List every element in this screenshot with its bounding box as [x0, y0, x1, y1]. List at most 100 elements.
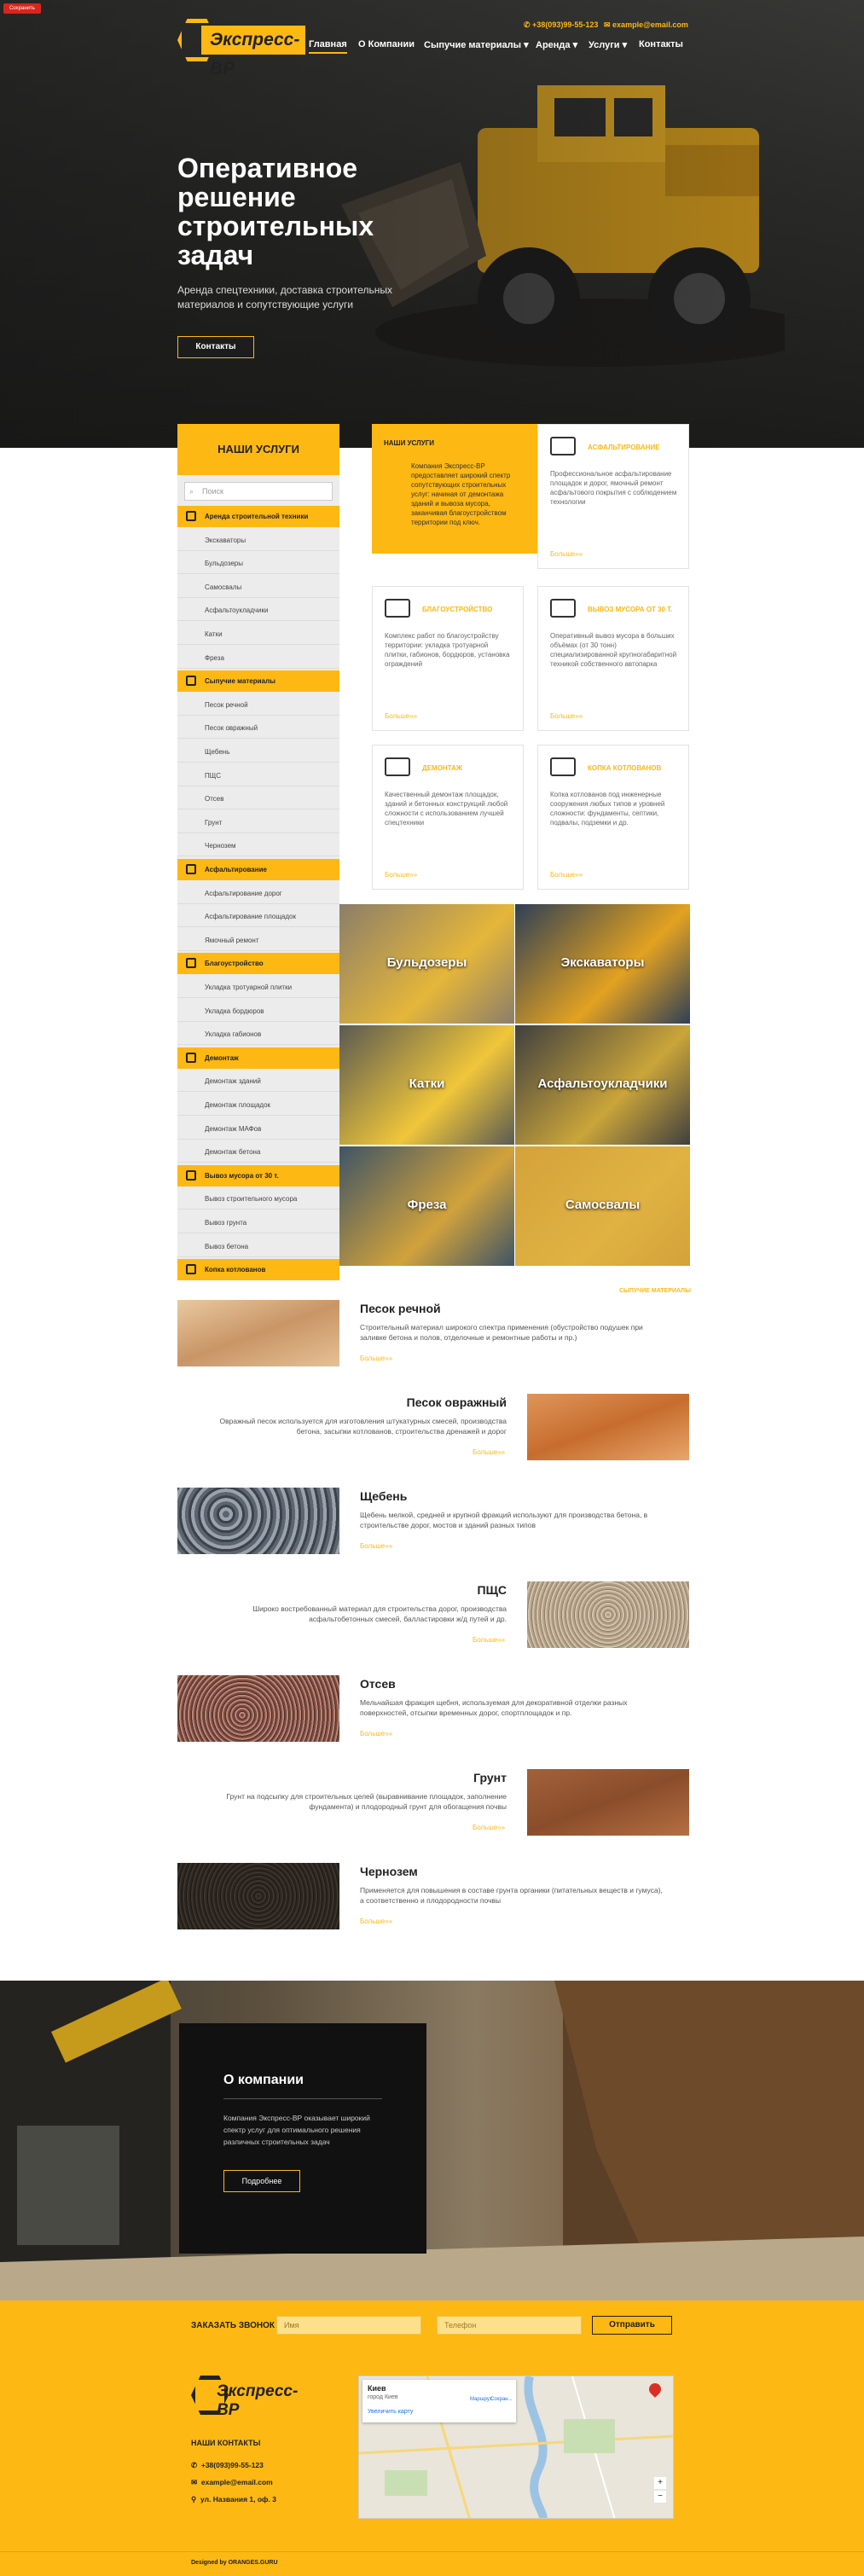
- sidebar-item[interactable]: Вывоз бетона: [177, 1236, 339, 1257]
- card-more-link[interactable]: Больше»»: [550, 871, 583, 879]
- callback-phone-input[interactable]: Телефон: [437, 2316, 582, 2335]
- nav-contacts[interactable]: Контакты: [639, 39, 683, 49]
- sidebar-category[interactable]: Демонтаж: [177, 1047, 339, 1069]
- card-more-link[interactable]: Больше»»: [550, 550, 583, 558]
- sidebar-item[interactable]: Демонтаж площадок: [177, 1094, 339, 1116]
- sidebar-item[interactable]: ПЩС: [177, 765, 339, 786]
- card-title: БЛАГОУСТРОЙСТВО: [422, 606, 493, 613]
- nav-about[interactable]: О Компании: [358, 39, 415, 49]
- tile-rollers[interactable]: Катки: [339, 1025, 514, 1145]
- save-badge[interactable]: Сохранить: [3, 3, 41, 14]
- sidebar-item[interactable]: Демонтаж бетона: [177, 1141, 339, 1163]
- map-save-button[interactable]: Сохран...: [490, 2397, 513, 2402]
- sidebar-item[interactable]: Катки: [177, 624, 339, 645]
- soil-more-link[interactable]: Больше»»: [473, 1824, 505, 1831]
- river-sand-more-link[interactable]: Больше»»: [360, 1355, 392, 1362]
- map-larger-link[interactable]: Увеличить карту: [368, 2409, 413, 2415]
- sidebar-item[interactable]: Чернозем: [177, 835, 339, 857]
- crushed-stone-more-link[interactable]: Больше»»: [360, 1542, 392, 1550]
- screening-more-link[interactable]: Больше»»: [360, 1730, 392, 1738]
- sidebar-item[interactable]: Ямочный ремонт: [177, 930, 339, 951]
- nav-rent[interactable]: Аренда ▾: [536, 39, 577, 50]
- sidebar-item[interactable]: Укладка бордюров: [177, 1001, 339, 1022]
- tile-excavators[interactable]: Экскаваторы: [515, 904, 690, 1024]
- sidebar-item[interactable]: Песок овражный: [177, 717, 339, 740]
- sidebar-item[interactable]: Демонтаж зданий: [177, 1070, 339, 1093]
- pshs-more-link[interactable]: Больше»»: [473, 1636, 505, 1644]
- black-soil-more-link[interactable]: Больше»»: [360, 1917, 392, 1925]
- sidebar-item[interactable]: Фреза: [177, 647, 339, 669]
- sidebar-item[interactable]: Асфальтоукладчики: [177, 600, 339, 622]
- logo[interactable]: Экспресс-ВР: [177, 19, 305, 78]
- screening-title: Отсев: [360, 1677, 396, 1691]
- card-more-link[interactable]: Больше»»: [550, 712, 583, 720]
- nav-home[interactable]: Главная: [309, 39, 347, 54]
- hero-contacts-button[interactable]: Контакты: [177, 336, 254, 358]
- tile-dump-trucks[interactable]: Самосвалы: [515, 1146, 690, 1266]
- sidebar-category[interactable]: Благоустройство: [177, 953, 339, 975]
- card-text: Профессиональное асфальтирование площадо…: [550, 470, 677, 506]
- sidebar-item[interactable]: Демонтаж МАФов: [177, 1118, 339, 1140]
- sidebar-item[interactable]: Укладка габионов: [177, 1024, 339, 1046]
- footer-email[interactable]: ✉ example@email.com: [191, 2478, 273, 2487]
- mail-icon: ✉: [604, 20, 613, 29]
- materials-link[interactable]: СЫПУЧИЕ МАТЕРИАЛЫ: [619, 1288, 691, 1294]
- about-section: О компании Компания Экспресс-ВР оказывае…: [0, 1981, 864, 2300]
- tile-mill[interactable]: Фреза: [339, 1146, 514, 1266]
- footer-phone[interactable]: ✆ +38(093)99-55-123: [191, 2461, 264, 2470]
- sidebar-item[interactable]: Вывоз грунта: [177, 1212, 339, 1233]
- map-route-button[interactable]: Маршрут: [470, 2397, 492, 2402]
- card-text: Качественный демонтаж площадок, зданий и…: [385, 791, 508, 827]
- card-waste-removal[interactable]: ВЫВОЗ МУСОРА ОТ 30 Т. Оперативный вывоз м…: [537, 586, 689, 731]
- close-icon[interactable]: ×: [44, 2, 50, 14]
- sidebar-category[interactable]: Сыпучие материалы: [177, 670, 339, 693]
- sidebar-item[interactable]: Отсев: [177, 788, 339, 810]
- sidebar-category[interactable]: Аренда строительной техники: [177, 506, 339, 527]
- roller-icon: [550, 437, 576, 455]
- map-info-card: Киев город Киев Увеличить карту Маршрут …: [362, 2380, 516, 2422]
- sidebar-item[interactable]: Грунт: [177, 812, 339, 833]
- mail-icon: ✉: [191, 2478, 201, 2486]
- tile-pavers[interactable]: Асфальтоукладчики: [515, 1025, 690, 1145]
- category-icon: [186, 1052, 196, 1063]
- callback-name-input[interactable]: Имя: [276, 2316, 421, 2335]
- card-title: ВЫВОЗ МУСОРА ОТ 30 Т.: [588, 606, 673, 613]
- sidebar-item[interactable]: Бульдозеры: [177, 553, 339, 575]
- sidebar-category[interactable]: Асфальтирование: [177, 859, 339, 880]
- sidebar-item[interactable]: Укладка тротуарной плитки: [177, 977, 339, 998]
- about-more-button[interactable]: Подробнее: [223, 2170, 300, 2192]
- sidebar-item[interactable]: Самосвалы: [177, 577, 339, 598]
- header-phone[interactable]: ✆ +38(093)99-55-123: [524, 20, 598, 30]
- card-asphalt[interactable]: АСФАЛЬТИРОВАНИЕ Профессиональное асфальти…: [537, 424, 689, 569]
- card-more-link[interactable]: Больше»»: [385, 712, 417, 720]
- sidebar-item[interactable]: Песок речной: [177, 694, 339, 716]
- sidebar-category[interactable]: Вывоз мусора от 30 т.: [177, 1164, 339, 1186]
- screening-image: [177, 1675, 339, 1742]
- jackhammer-icon: [385, 757, 410, 776]
- sidebar-item[interactable]: Экскаваторы: [177, 530, 339, 551]
- card-excavation[interactable]: КОПКА КОТЛОВАНОВ Копка котлованов под инж…: [537, 745, 689, 890]
- card-landscaping[interactable]: БЛАГОУСТРОЙСТВО Комплекс работ по благоус…: [372, 586, 524, 731]
- sidebar-search-input[interactable]: ⌕ Поиск: [184, 482, 333, 501]
- sidebar-item[interactable]: Асфальтирование площадок: [177, 906, 339, 928]
- sidebar-item[interactable]: Щебень: [177, 741, 339, 763]
- sidebar-item[interactable]: Асфальтирование дорог: [177, 883, 339, 904]
- footer-credit[interactable]: Designed by ORANGES.GURU: [191, 2560, 278, 2566]
- card-more-link[interactable]: Больше»»: [385, 871, 417, 879]
- zoom-out-button[interactable]: −: [654, 2491, 666, 2503]
- category-icon: [186, 511, 196, 521]
- nav-materials[interactable]: Сыпучие материалы ▾: [424, 39, 529, 50]
- sidebar-category[interactable]: Копка котлованов: [177, 1259, 339, 1281]
- black-soil-text: Применяется для повышения в составе грун…: [360, 1886, 663, 1905]
- card-demolition[interactable]: ДЕМОНТАЖ Качественный демонтаж площадок, …: [372, 745, 524, 890]
- chevron-down-icon: ▾: [570, 40, 578, 50]
- callback-submit-button[interactable]: Отправить: [592, 2316, 672, 2335]
- map[interactable]: Киев город Киев Увеличить карту Маршрут …: [358, 2376, 674, 2519]
- nav-services[interactable]: Услуги ▾: [589, 39, 627, 50]
- header-email[interactable]: ✉ example@email.com: [604, 20, 688, 30]
- footer-logo[interactable]: Экспресс-ВР: [191, 2376, 310, 2419]
- ravine-sand-more-link[interactable]: Больше»»: [473, 1448, 505, 1456]
- tile-bulldozers[interactable]: Бульдозеры: [339, 904, 514, 1024]
- zoom-in-button[interactable]: +: [654, 2477, 666, 2489]
- sidebar-item[interactable]: Вывоз строительного мусора: [177, 1188, 339, 1210]
